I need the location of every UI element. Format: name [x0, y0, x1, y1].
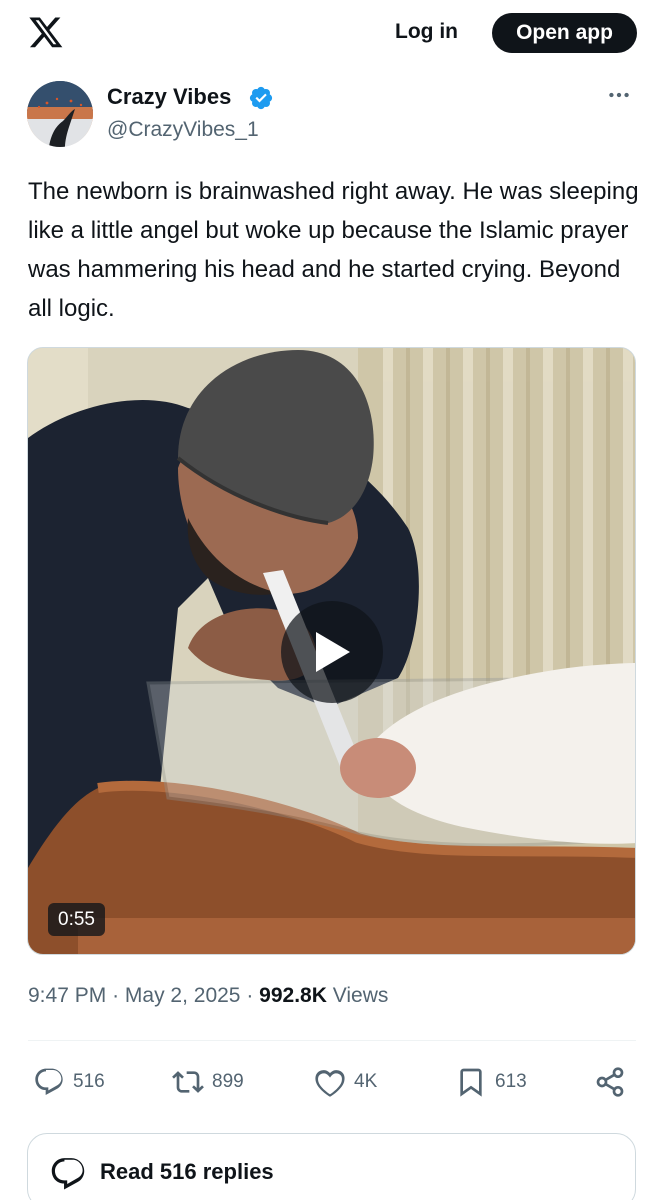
video-duration: 0:55: [48, 903, 105, 936]
top-bar: Log in Open app: [0, 0, 663, 66]
tweet-text: The newborn is brainwashed right away. H…: [28, 178, 639, 322]
author-name[interactable]: Crazy Vibes: [107, 84, 231, 110]
divider: [28, 1040, 636, 1041]
like-button[interactable]: 4K: [314, 1060, 377, 1104]
login-link[interactable]: Log in: [395, 20, 458, 44]
avatar-image: [27, 81, 93, 147]
author-handle[interactable]: @CrazyVibes_1: [107, 118, 259, 142]
x-logo-icon[interactable]: [28, 14, 64, 50]
tweet-meta: 9:47 PM · May 2, 2025 · 992.8K Views: [28, 984, 388, 1008]
avatar[interactable]: [27, 81, 93, 147]
open-app-button[interactable]: Open app: [492, 13, 637, 53]
video-player[interactable]: 0:55: [27, 347, 636, 955]
share-button[interactable]: [594, 1060, 626, 1104]
bookmark-count: 613: [495, 1071, 527, 1092]
bookmark-button[interactable]: 613: [455, 1060, 527, 1104]
read-replies-label: Read 516 replies: [100, 1159, 274, 1184]
reply-button[interactable]: 516: [33, 1060, 105, 1104]
like-count: 4K: [354, 1071, 378, 1092]
read-replies-button[interactable]: Read 516 replies: [27, 1133, 636, 1200]
tweet-date[interactable]: May 2, 2025: [125, 984, 241, 1007]
heart-icon: [315, 1070, 345, 1097]
repost-button[interactable]: 899: [172, 1060, 244, 1104]
tweet-time[interactable]: 9:47 PM: [28, 984, 106, 1007]
repost-icon: [172, 1071, 204, 1093]
bookmark-icon: [460, 1068, 482, 1097]
repost-count: 899: [212, 1071, 244, 1092]
verified-badge-icon: [249, 86, 273, 110]
reply-icon: [35, 1068, 63, 1096]
views-count: 992.8K: [259, 984, 327, 1007]
more-options-icon[interactable]: [606, 82, 632, 108]
meta-separator: ·: [112, 984, 120, 1007]
play-icon: [316, 632, 350, 672]
reply-bubble-icon: [51, 1158, 85, 1190]
share-icon: [596, 1067, 624, 1097]
meta-separator: ·: [246, 984, 254, 1007]
views-label: Views: [332, 984, 389, 1007]
reply-count: 516: [73, 1071, 105, 1092]
action-bar: 516 899 4K 613: [0, 1060, 663, 1104]
play-button[interactable]: [281, 601, 383, 703]
